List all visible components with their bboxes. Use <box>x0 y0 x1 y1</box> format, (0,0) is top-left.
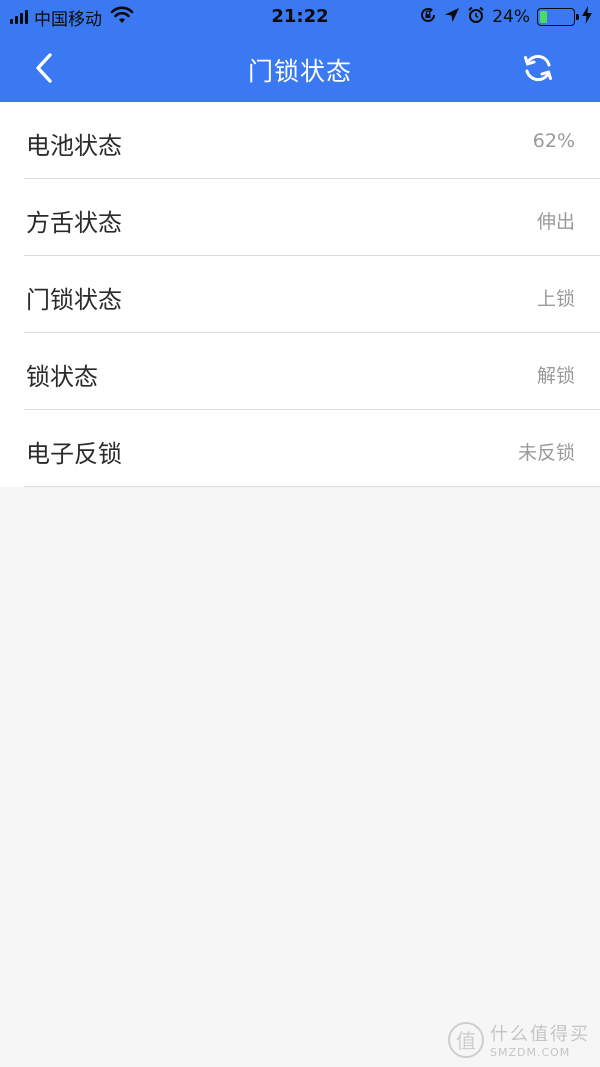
watermark-name: 什么值得买 <box>490 1024 590 1045</box>
row-value: 伸出 <box>536 211 575 233</box>
row-value: 上锁 <box>536 288 575 310</box>
refresh-icon <box>524 54 552 82</box>
alarm-icon <box>467 6 485 29</box>
row-label: 电子反锁 <box>26 440 122 468</box>
nav-bar: 门锁状态 <box>0 34 600 102</box>
row-label: 电池状态 <box>26 132 122 160</box>
row-value: 62% <box>532 130 575 152</box>
lock-status-list: 电池状态 62% 方舌状态 伸出 门锁状态 上锁 锁状态 解锁 电子反锁 未反锁 <box>0 102 600 487</box>
row-label: 锁状态 <box>26 363 98 391</box>
battery-percent: 24% <box>492 7 530 27</box>
watermark: 值 什么值得买 SMZDM.COM <box>448 1020 590 1059</box>
status-right: 24% <box>419 5 592 29</box>
battery-fill <box>540 11 547 23</box>
status-row-latch: 方舌状态 伸出 <box>24 179 600 256</box>
battery-icon <box>537 8 579 26</box>
row-value: 未反锁 <box>517 442 575 464</box>
page-title: 门锁状态 <box>247 57 352 86</box>
row-value: 解锁 <box>536 365 575 387</box>
location-icon <box>444 7 460 28</box>
status-row-door-lock: 门锁状态 上锁 <box>24 256 600 333</box>
row-label: 方舌状态 <box>26 209 122 237</box>
row-label: 门锁状态 <box>26 286 122 314</box>
refresh-button[interactable] <box>518 48 558 88</box>
status-bar: 中国移动 21:22 24% <box>0 0 600 34</box>
status-row-lock: 锁状态 解锁 <box>24 333 600 410</box>
watermark-domain: SMZDM.COM <box>490 1046 571 1059</box>
status-row-electronic-deadlock: 电子反锁 未反锁 <box>24 410 600 487</box>
rotation-lock-icon <box>419 6 437 29</box>
charging-icon <box>582 5 592 29</box>
watermark-seal: 值 <box>448 1021 484 1058</box>
status-row-battery: 电池状态 62% <box>24 102 600 179</box>
